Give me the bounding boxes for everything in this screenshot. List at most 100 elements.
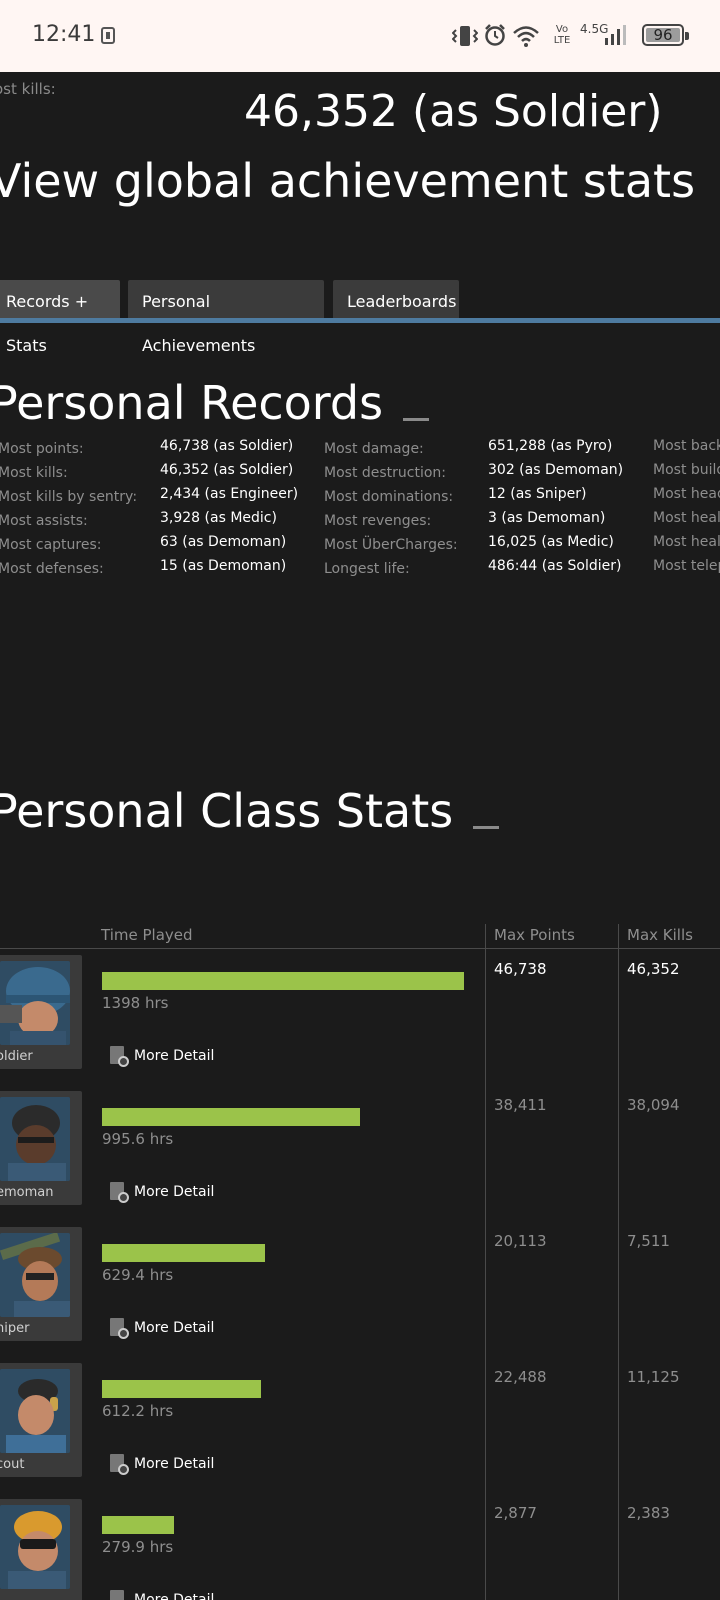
more-detail-label: More Detail	[134, 1184, 215, 1200]
time-played-bar	[102, 1108, 360, 1126]
record-value: 12 (as Sniper)	[488, 486, 587, 502]
signal-icon	[605, 25, 626, 45]
more-detail-button[interactable]: More Detail	[110, 1318, 215, 1339]
max-points-value: 46,738	[494, 960, 547, 978]
record-label: Most destruction:	[324, 465, 447, 481]
page-content: ost kills: 46,352 (as Soldier) View glob…	[0, 72, 720, 1600]
sniper-portrait-image	[0, 1233, 70, 1317]
tab-records-stats[interactable]: Records + Stats	[0, 280, 120, 355]
record-value: 651,288 (as Pyro)	[488, 438, 613, 454]
tab-underline	[0, 318, 720, 323]
scout-portrait-image	[0, 1369, 70, 1453]
records-col2: Most damage: 651,288 (as Pyro) Most destr…	[324, 438, 623, 582]
records-col1: Most points: 46,738 (as Soldier) Most kil…	[0, 438, 298, 582]
vibrate-icon	[452, 26, 478, 46]
record-label: Most kills by sentry:	[0, 489, 138, 505]
record-value: 46,738 (as Soldier)	[160, 438, 294, 454]
record-row: Most assists: 3,928 (as Medic)	[0, 510, 277, 534]
record-label: Most heal	[653, 510, 720, 526]
record-row: Most kills by sentry: 2,434 (as Engineer)	[0, 486, 298, 510]
top-stat-label: ost kills:	[0, 80, 56, 98]
collapse-toggle[interactable]	[473, 826, 500, 829]
max-kills-value: 7,511	[627, 1232, 670, 1250]
max-kills-value: 11,125	[627, 1368, 680, 1386]
record-value: 3,928 (as Medic)	[160, 510, 277, 526]
personal-records-title: Personal Records	[0, 376, 430, 430]
personal-records-heading: Personal Records	[0, 376, 384, 430]
record-label: Most kills:	[0, 465, 68, 481]
class-portrait-engineer[interactable]	[0, 1499, 82, 1600]
record-row: Most captures: 63 (as Demoman)	[0, 534, 286, 558]
time-played-hours: 629.4 hrs	[102, 1266, 174, 1284]
magnify-document-icon	[110, 1182, 129, 1203]
header-max-points[interactable]: Max Points	[494, 926, 575, 944]
header-time-played[interactable]: Time Played	[101, 926, 193, 944]
magnify-document-icon	[110, 1590, 124, 1600]
tab-label: Leaderboards	[347, 292, 457, 311]
time-played-hours: 995.6 hrs	[102, 1130, 174, 1148]
soldier-portrait-image	[0, 961, 70, 1045]
status-time: 12:41	[32, 22, 96, 47]
max-points-value: 20,113	[494, 1232, 547, 1250]
class-portrait-demoman[interactable]: emoman	[0, 1091, 82, 1205]
more-detail-button[interactable]: More Detail	[110, 1046, 215, 1067]
class-portrait-soldier[interactable]: oldier	[0, 955, 82, 1069]
record-value: 2,434 (as Engineer)	[160, 486, 299, 502]
more-detail-button[interactable]: More Detail	[110, 1590, 214, 1600]
record-label: Most captures:	[0, 537, 102, 553]
magnify-document-icon	[110, 1318, 129, 1339]
record-label: Most points:	[0, 441, 84, 457]
battery-level: 96	[653, 26, 673, 44]
time-played-hours: 612.2 hrs	[102, 1402, 174, 1420]
more-detail-button[interactable]: More Detail	[110, 1182, 215, 1203]
status-bar: 12:41 Vo LTE 4.5G 96	[0, 0, 720, 72]
volte-label: Vo LTE	[553, 24, 571, 46]
record-value: 15 (as Demoman)	[160, 558, 287, 574]
record-label: Most heal	[653, 534, 720, 550]
max-points-value: 22,488	[494, 1368, 547, 1386]
more-detail-label: More Detail	[134, 1320, 215, 1336]
max-kills-value: 2,383	[627, 1504, 670, 1522]
view-global-stats-link[interactable]: View global achievement stats	[0, 154, 695, 208]
more-detail-label: More Detail	[134, 1456, 215, 1472]
more-detail-label: More Detail	[134, 1592, 215, 1600]
record-row: Most kills: 46,352 (as Soldier)	[0, 462, 293, 486]
record-label: Most ÜberCharges:	[324, 537, 458, 553]
record-row: Most dominations: 12 (as Sniper)	[324, 486, 586, 510]
class-portrait-sniper[interactable]: niper	[0, 1227, 82, 1341]
time-played-bar	[102, 1380, 261, 1398]
header-divider	[0, 948, 720, 949]
time-played-bar	[102, 1516, 174, 1534]
record-label: Most head	[653, 486, 720, 502]
record-row: Most points: 46,738 (as Soldier)	[0, 438, 293, 462]
record-value: 3 (as Demoman)	[488, 510, 606, 526]
more-detail-label: More Detail	[134, 1048, 215, 1064]
record-label: Most dominations:	[324, 489, 454, 505]
max-points-value: 38,411	[494, 1096, 547, 1114]
engineer-portrait-image	[0, 1505, 70, 1589]
screenshot-icon	[101, 27, 115, 44]
header-max-kills[interactable]: Max Kills	[627, 926, 693, 944]
time-played-hours: 1398 hrs	[102, 994, 169, 1012]
records-col3: Most back Most build Most head Most heal…	[653, 438, 720, 582]
record-row: Most defenses: 15 (as Demoman)	[0, 558, 286, 582]
record-label: Longest life:	[324, 561, 410, 577]
class-stats-title: Personal Class Stats	[0, 784, 500, 838]
tab-personal-achievements[interactable]: Personal Achievements	[128, 280, 324, 355]
magnify-document-icon	[110, 1454, 129, 1475]
class-name: emoman	[0, 1185, 54, 1200]
record-value: 63 (as Demoman)	[160, 534, 287, 550]
record-label: Most defenses:	[0, 561, 104, 577]
magnify-document-icon	[110, 1046, 129, 1067]
more-detail-button[interactable]: More Detail	[110, 1454, 215, 1475]
column-divider	[485, 924, 486, 1600]
tab-leaderboards[interactable]: Leaderboards	[333, 280, 459, 318]
record-label: Most telep	[653, 558, 720, 574]
class-portrait-scout[interactable]: cout	[0, 1363, 82, 1477]
max-kills-value: 46,352	[627, 960, 680, 978]
tab-label: Records + Stats	[6, 292, 89, 355]
record-value: 46,352 (as Soldier)	[160, 462, 294, 478]
time-played-hours: 279.9 hrs	[102, 1538, 174, 1556]
class-name: cout	[0, 1457, 25, 1472]
collapse-toggle[interactable]	[403, 418, 430, 421]
